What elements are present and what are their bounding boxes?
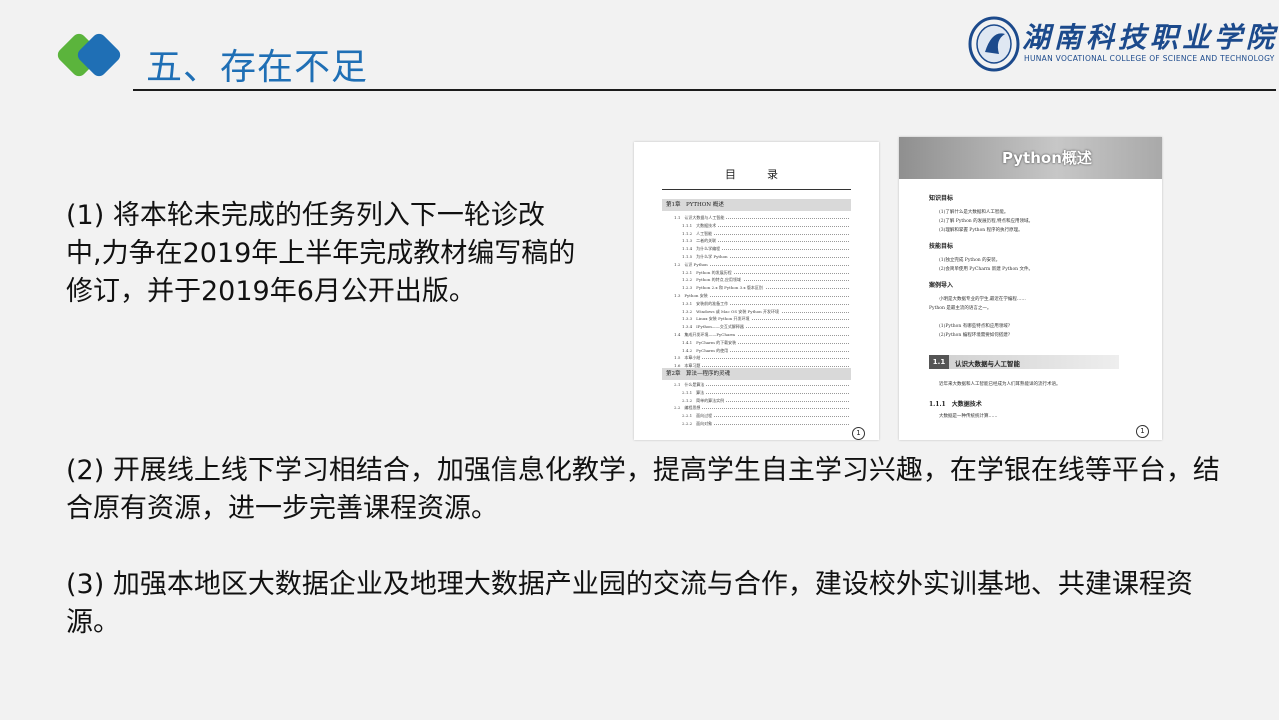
toc-row-label: 1.3.3 Linux 安装 Python 开发环境 [682,316,752,323]
slide: 五、存在不足 湖南科技职业学院 HUNAN VOCATIONAL COLLEGE… [0,0,1279,720]
toc-row: 1.1.5 为什么学 Python [682,254,849,260]
text-line: (2)Python 编程环境需要如何搭建? [939,333,1011,338]
toc-row-label: 1.2.1 Python 的发展历程 [682,269,734,276]
toc-row-label: 1.2.3 Python 2.x 和 Python 3.x 版本区别 [682,285,765,292]
subsection-title: 1.1.1 大数据技术 [929,401,982,408]
toc-row-label: 1.2.2 Python 的特点,应用领域 [682,277,743,284]
toc-row: 1.4 集成开发环境——PyCharm [674,332,849,338]
toc-row-label: 1.1.5 为什么学 Python [682,254,730,260]
heading-case: 案例导入 [929,282,954,289]
toc-row-label: 1.1.2 人工智能 [682,230,715,237]
toc-row: 1.1.3 二者的关联 [682,238,849,245]
point-3: (3) 加强本地区大数据企业及地理大数据产业园的交流与合作，建设校外实训基地、共… [66,569,1193,638]
toc-divider [662,189,851,190]
toc-row: 2.2.2 面向对象 [682,421,849,427]
toc-row-label: 2.2 编程思想 [674,405,703,412]
toc-page-number: 1 [852,427,865,440]
toc-row-label: 1.1.4 为什么学编程 [682,246,723,253]
toc-row-label: 1.3.2 Windows 或 Mac OS 安装 Python 开发环境 [682,308,782,315]
text-line: (1)独立完成 Python 的安装。 [939,258,1001,263]
toc-row: 1.3 Python 安装 [674,293,849,299]
book-toc-image: 目 录 第1章 PYTHON 概述 1.1 认识大数据与人工智能 1.1.1 大数… [634,142,879,440]
page-title: 五、存在不足 [146,47,369,88]
toc-row-label: 2.2.2 面向对象 [682,421,715,427]
text-line: Python 是最主流的语言之一。 [929,306,992,311]
toc-row: 1.1.1 大数据技术 [682,222,849,229]
text-line: (2)了解 Python 的发展历程,特点和应用领域。 [939,219,1034,224]
school-name-cn: 湖南科技职业学院 [1022,21,1279,54]
diamond-logo-icon [57,33,121,77]
toc-row: 1.3.1 安装前的准备工作 [682,300,849,307]
chapter-title: Python概述 [1002,149,1092,167]
point-1: (1) 将本轮未完成的任务列入下一轮诊改中,力争在2019年上半年完成教材编写稿… [66,200,576,307]
text-line: (3)理解和掌握 Python 程序的执行原理。 [939,228,1023,233]
intro-page-number: 1 [1136,425,1149,438]
toc-row: 1.3.2 Windows 或 Mac OS 安装 Python 开发环境 [682,308,849,315]
toc-row: 2.1 什么是算法 [674,382,849,388]
toc-row: 2.2.1 面向过程 [682,413,849,420]
toc-row-label: 1.1.3 二者的关联 [682,238,719,245]
text-line: 近年来大数据和人工智能已经成为人们耳熟能详的流行术语。 [939,382,1061,387]
toc-row-label: 2.1.2 简单的算法实例 [682,397,727,404]
toc-row-label: 1.1.1 大数据技术 [682,222,719,229]
toc-row: 1.4.1 PyCharm 的下载安装 [682,339,849,346]
toc-row-label: 1.3.1 安装前的准备工作 [682,300,731,307]
text-line: (1)Python 有哪些特点和应用领域? [939,324,1011,329]
toc-row-label: 1.1 认识大数据与人工智能 [674,215,727,221]
text-line: 小明是大数据专业的学生,最近在学编程…… [939,297,1026,302]
toc-chapter-1: 第1章 PYTHON 概述 [662,199,851,211]
toc-row-label: 2.2.1 面向过程 [682,413,715,420]
toc-row-label: 2.1.1 算法 [682,389,707,396]
toc-row: 2.2 编程思想 [674,405,849,412]
school-name-en: HUNAN VOCATIONAL COLLEGE OF SCIENCE AND … [1024,54,1275,63]
toc-row: 2.1.1 算法 [682,389,849,396]
section-title: 认识大数据与人工智能 [955,360,1020,368]
toc-row: 1.1.2 人工智能 [682,230,849,237]
toc-row: 1.3.4 IPython——交互式解释器 [682,324,849,331]
toc-row: 1.2.1 Python 的发展历程 [682,269,849,276]
toc-row: 1.1 认识大数据与人工智能 [674,215,849,221]
text-line: (1)了解什么是大数据和人工智能。 [939,210,1009,215]
text-line: (2)会简单使用 PyCharm 新建 Python 文件。 [939,267,1033,272]
point-2: (2) 开展线上线下学习相结合，加强信息化教学，提高学生自主学习兴趣，在学银在线… [66,455,1220,524]
toc-row-label: 1.3.4 IPython——交互式解释器 [682,324,746,331]
toc-row: 1.4.2 PyCharm 的使用 [682,347,849,354]
toc-row-label: 1.4.1 PyCharm 的下载安装 [682,339,739,346]
toc-row-label: 2.1 什么是算法 [674,382,707,388]
toc-heading: 目 录 [725,168,788,181]
toc-row: 1.5 本章小结 [674,355,849,362]
toc-row: 1.2.3 Python 2.x 和 Python 3.x 版本区别 [682,285,849,292]
toc-row: 1.2.2 Python 的特点,应用领域 [682,277,849,284]
toc-row: 2.1.2 简单的算法实例 [682,397,849,404]
toc-row-label: 1.4 集成开发环境——PyCharm [674,332,738,338]
heading-skills: 技能目标 [929,243,954,250]
toc-row: 1.1.4 为什么学编程 [682,246,849,253]
section-badge: 1.1 [929,355,949,369]
toc-row-label: 1.5 本章小结 [674,355,703,362]
toc-row-label: 1.2 认识 Python [674,261,710,268]
toc-row: 1.3.3 Linux 安装 Python 开发环境 [682,316,849,323]
toc-row-label: 1.3 Python 安装 [674,293,710,299]
toc-chapter-2: 第2章 算法—程序的灵魂 [662,368,851,380]
heading-knowledge: 知识目标 [929,195,954,202]
text-line: 大数据是一种传统统计算…… [939,414,998,419]
book-intro-image: Python概述 知识目标 (1)了解什么是大数据和人工智能。 (2)了解 Py… [899,137,1162,440]
toc-row: 1.2 认识 Python [674,261,849,268]
toc-row-label: 1.4.2 PyCharm 的使用 [682,347,731,354]
title-divider [133,89,1276,91]
